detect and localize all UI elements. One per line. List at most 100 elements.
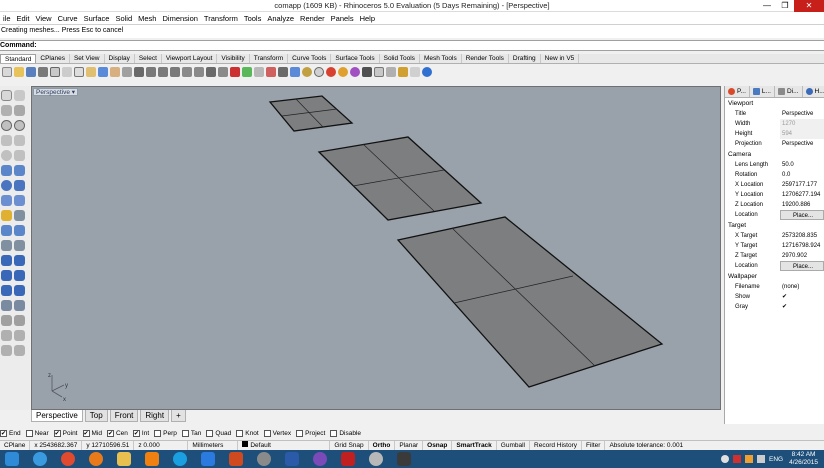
- tab-drafting[interactable]: Drafting: [509, 54, 541, 63]
- osnap-perp-checkbox[interactable]: [154, 429, 162, 437]
- osnap-disable-checkbox[interactable]: [330, 429, 338, 437]
- osnap-quad[interactable]: Quad: [206, 429, 231, 437]
- point-icon[interactable]: [14, 90, 25, 101]
- property-value-z-location[interactable]: 19200.886: [780, 200, 824, 210]
- property-value-filename[interactable]: (none): [780, 282, 824, 292]
- taskbar-powerpoint[interactable]: [224, 450, 248, 468]
- polygon-icon[interactable]: [14, 135, 25, 146]
- tab-layers[interactable]: L...: [750, 86, 775, 97]
- gumball-toggle[interactable]: Gumball: [497, 440, 531, 451]
- paste-icon[interactable]: [86, 67, 96, 77]
- mesh-plate-large[interactable]: [396, 216, 664, 388]
- menu-dimension[interactable]: Dimension: [159, 14, 200, 23]
- status-units[interactable]: Millimeters: [188, 440, 239, 451]
- tools-icon[interactable]: [410, 67, 420, 77]
- lock-icon[interactable]: [278, 67, 288, 77]
- viewport-canvas[interactable]: z y x: [32, 87, 722, 411]
- cut-icon[interactable]: [62, 67, 72, 77]
- trim-icon[interactable]: [1, 240, 12, 251]
- osnap-toggle[interactable]: Osnap: [423, 440, 453, 451]
- taskbar-skype[interactable]: [168, 450, 192, 468]
- osnap-mid-checkbox[interactable]: ✔: [82, 429, 90, 437]
- command-line[interactable]: Command:: [0, 40, 824, 51]
- sphere-icon[interactable]: [1, 180, 12, 191]
- explode-icon[interactable]: [1, 225, 12, 236]
- menu-solid[interactable]: Solid: [112, 14, 135, 23]
- ortho-toggle[interactable]: Ortho: [369, 440, 396, 451]
- tab-set-view[interactable]: Set View: [70, 54, 105, 63]
- tray-flag-icon[interactable]: [732, 455, 741, 463]
- tab-top[interactable]: Top: [84, 410, 108, 422]
- tab-standard[interactable]: Standard: [0, 54, 37, 63]
- menu-panels[interactable]: Panels: [328, 14, 357, 23]
- filter-toggle[interactable]: Filter: [582, 440, 606, 451]
- boolean-icon[interactable]: [14, 195, 25, 206]
- hide-icon[interactable]: [266, 67, 276, 77]
- light-icon[interactable]: [1, 210, 12, 221]
- property-value-title[interactable]: Perspective: [780, 109, 824, 119]
- tab-viewport-layout[interactable]: Viewport Layout: [162, 54, 218, 63]
- taskbar-rhino[interactable]: [364, 450, 388, 468]
- print-icon[interactable]: [38, 67, 48, 77]
- start-button[interactable]: [0, 450, 24, 468]
- circle-icon[interactable]: [1, 120, 12, 131]
- block-icon[interactable]: [14, 315, 25, 326]
- arc-icon[interactable]: [14, 120, 25, 131]
- tab-cplanes[interactable]: CPlanes: [36, 54, 70, 63]
- camera-icon[interactable]: [374, 67, 384, 77]
- taskbar-dropbox[interactable]: [196, 450, 220, 468]
- property-value-z-target[interactable]: 2970.902: [780, 251, 824, 261]
- zoom-window-icon[interactable]: [146, 67, 156, 77]
- osnap-end[interactable]: ✔ End: [0, 429, 21, 437]
- render-preview-icon[interactable]: [326, 67, 336, 77]
- analyze-icon[interactable]: [1, 330, 12, 341]
- osnap-point-checkbox[interactable]: ✔: [53, 429, 61, 437]
- copy-object-icon[interactable]: [14, 255, 25, 266]
- taskbar-settings[interactable]: [252, 450, 276, 468]
- clock[interactable]: 8:42 AM 4/26/2015: [789, 451, 818, 467]
- property-value-x-target[interactable]: 2573208.835: [780, 231, 824, 241]
- new-file-icon[interactable]: [2, 67, 12, 77]
- property-value-y-target[interactable]: 12716798.924: [780, 241, 824, 251]
- menu-analyze[interactable]: Analyze: [264, 14, 297, 23]
- ellipse-icon[interactable]: [1, 150, 12, 161]
- scale-icon[interactable]: [14, 270, 25, 281]
- tab-solid-tools[interactable]: Solid Tools: [380, 54, 420, 63]
- save-icon[interactable]: [26, 67, 36, 77]
- tab-select[interactable]: Select: [135, 54, 162, 63]
- osnap-vertex-checkbox[interactable]: [263, 429, 271, 437]
- tab-right[interactable]: Right: [140, 410, 170, 422]
- rotate-view-icon[interactable]: [122, 67, 132, 77]
- tab-properties[interactable]: P...: [725, 86, 750, 97]
- menu-tools[interactable]: Tools: [241, 14, 265, 23]
- osnap-end-checkbox[interactable]: ✔: [0, 429, 7, 437]
- properties-icon[interactable]: [290, 67, 300, 77]
- text-icon[interactable]: [1, 345, 12, 356]
- tab-transform[interactable]: Transform: [250, 54, 289, 63]
- project-icon[interactable]: [14, 300, 25, 311]
- surface-corner-icon[interactable]: [1, 165, 12, 176]
- dimension-icon[interactable]: [14, 210, 25, 221]
- perspective-viewport[interactable]: z y x Perspective ▾: [31, 86, 721, 410]
- planar-toggle[interactable]: Planar: [395, 440, 424, 451]
- grid-icon[interactable]: [242, 67, 252, 77]
- render-icon[interactable]: [338, 67, 348, 77]
- leader-icon[interactable]: [14, 345, 25, 356]
- rotate-icon[interactable]: [1, 270, 12, 281]
- tab-visibility[interactable]: Visibility: [217, 54, 250, 63]
- join-icon[interactable]: [14, 225, 25, 236]
- osnap-project[interactable]: Project: [296, 429, 325, 437]
- open-file-icon[interactable]: [14, 67, 24, 77]
- help-icon[interactable]: [422, 67, 432, 77]
- mesh-icon[interactable]: [1, 195, 12, 206]
- osnap-cen[interactable]: ✔ Cen: [106, 429, 128, 437]
- osnap-disable[interactable]: Disable: [330, 429, 361, 437]
- add-viewport-tab-button[interactable]: +: [171, 410, 186, 422]
- property-value-location[interactable]: Place...: [780, 210, 824, 220]
- osnap-project-checkbox[interactable]: [296, 429, 304, 437]
- group-icon[interactable]: [1, 315, 12, 326]
- osnap-tan[interactable]: Tan: [181, 429, 201, 437]
- property-value-y-location[interactable]: 12706277.194: [780, 190, 824, 200]
- taskbar-chrome[interactable]: [56, 450, 80, 468]
- osnap-knot-checkbox[interactable]: [236, 429, 244, 437]
